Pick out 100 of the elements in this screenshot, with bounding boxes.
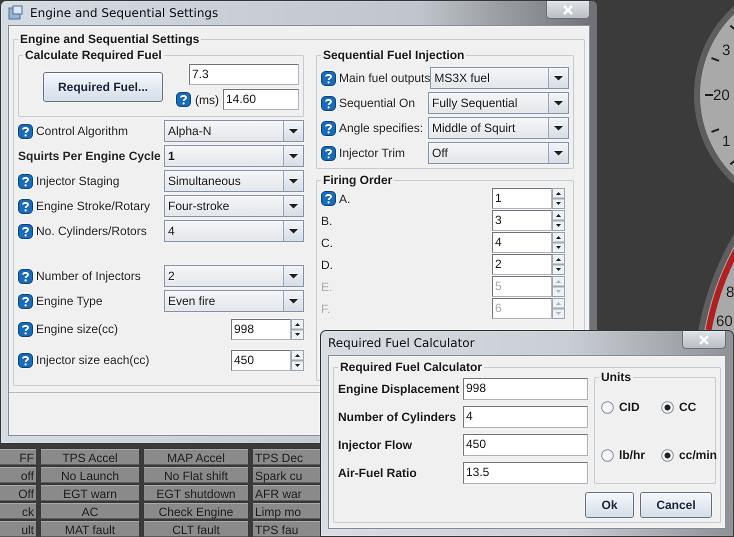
gauge-label: 1 [722, 133, 730, 150]
help-icon[interactable] [321, 191, 336, 206]
dialog-button[interactable]: Ok [585, 492, 634, 518]
indicator-light: EGT warn [41, 485, 139, 501]
close-button[interactable] [546, 1, 590, 19]
group-title: Firing Order [322, 173, 394, 187]
field-label: Air-Fuel Ratio [338, 466, 418, 480]
dropdown[interactable]: Simultaneous [164, 170, 304, 192]
unit-label: (ms) [195, 92, 219, 106]
label-text: Engine Type [36, 294, 102, 308]
dropdown[interactable]: Off [428, 142, 569, 164]
caret-icon [548, 143, 568, 163]
gauge-label: 20 [713, 87, 730, 104]
radio-option[interactable]: CC [661, 400, 721, 414]
caret-icon [283, 146, 303, 166]
text-field[interactable]: 998 [463, 378, 588, 400]
label-text: Injector Trim [339, 146, 406, 160]
close-icon [563, 4, 573, 14]
field-label: Injector Flow [338, 438, 414, 452]
spinner-buttons[interactable] [552, 232, 565, 253]
help-icon[interactable] [321, 96, 336, 110]
indicator-light: Off [0, 485, 36, 501]
app-icon [8, 5, 24, 21]
indicator-light: TPS fau [253, 521, 323, 537]
indicator-light: AFR war [253, 485, 323, 501]
indicator-light: Check Engine [144, 503, 248, 519]
label-text: Injector size each(cc) [36, 353, 150, 367]
caret-icon [548, 93, 568, 113]
help-icon[interactable] [18, 124, 33, 138]
caret-icon [283, 121, 303, 141]
text-field[interactable]: 450 [463, 434, 588, 456]
dropdown[interactable]: 1 [164, 145, 304, 167]
gauge-label: 3 [722, 42, 730, 59]
label-text: F. [321, 302, 330, 316]
caret-icon [548, 118, 568, 138]
number-field[interactable]: 3 [492, 210, 552, 231]
indicator-light: TPS Dec [253, 449, 323, 465]
spinner-buttons[interactable] [552, 188, 565, 209]
text-field[interactable]: 14.60 [223, 89, 299, 110]
radio-option[interactable]: lb/hr [601, 448, 661, 462]
help-icon[interactable] [18, 224, 33, 238]
help-icon[interactable] [18, 322, 33, 336]
indicator-light: off [0, 467, 36, 483]
label-text: Sequential On [339, 96, 416, 110]
close-button[interactable] [682, 331, 726, 349]
help-icon[interactable] [18, 198, 33, 214]
spinner-buttons[interactable] [552, 254, 565, 275]
help-icon[interactable] [18, 352, 33, 368]
spinner-buttons[interactable] [291, 318, 304, 340]
number-field[interactable]: 2 [492, 254, 552, 275]
help-icon[interactable] [321, 146, 336, 160]
dialog-button[interactable]: Cancel [640, 492, 712, 518]
gauge-label: 8 [726, 284, 734, 301]
text-field[interactable]: 7.3 [189, 64, 299, 85]
number-field[interactable]: 1 [492, 188, 552, 209]
indicator-light: No Launch [41, 467, 139, 483]
indicator-light: MAP Accel [144, 449, 248, 465]
indicator-light: AC [41, 503, 139, 519]
number-field[interactable]: 450 [231, 350, 291, 370]
spinner-buttons[interactable] [291, 350, 304, 370]
text-field[interactable]: 4 [463, 406, 588, 428]
caret-icon [283, 266, 303, 286]
dropdown[interactable]: 2 [164, 265, 304, 287]
dropdown[interactable]: Middle of Squirt [428, 117, 569, 139]
field-label: Engine Displacement [338, 382, 460, 396]
radio-option[interactable]: cc/min [661, 448, 721, 462]
label-text: Main fuel outputs [339, 71, 430, 85]
dropdown[interactable]: Alpha-N [164, 120, 304, 142]
label-text: D. [321, 258, 333, 272]
indicator-light: Limp mo [253, 503, 323, 519]
help-icon[interactable] [18, 174, 33, 188]
radio-option[interactable]: CID [601, 400, 661, 414]
group-title: Required Fuel Calculator [339, 360, 484, 374]
label-text: Angle specifies: [339, 121, 424, 135]
indicator-light: MAT fault [41, 521, 139, 537]
help-icon[interactable] [18, 268, 33, 284]
indicator-light: FF [0, 449, 36, 465]
dropdown[interactable]: 4 [164, 220, 304, 242]
number-field[interactable]: 998 [231, 318, 291, 340]
spinner-buttons[interactable] [552, 210, 565, 231]
gauge-label: 60 [716, 313, 733, 330]
required-fuel-button[interactable]: Required Fuel... [43, 72, 163, 102]
number-field[interactable]: 4 [492, 232, 552, 253]
dropdown[interactable]: Even fire [164, 290, 304, 312]
help-icon[interactable] [321, 120, 336, 136]
close-icon [699, 334, 709, 344]
dropdown[interactable]: MS3X fuel [430, 67, 569, 89]
indicator-light: TPS Accel [41, 449, 139, 465]
label-text: C. [321, 236, 333, 250]
text-field[interactable]: 13.5 [463, 462, 588, 484]
dropdown[interactable]: Four-stroke [164, 195, 304, 217]
help-icon[interactable] [321, 70, 336, 86]
help-icon[interactable] [18, 294, 33, 308]
label-text: Injector Staging [36, 174, 120, 188]
dropdown[interactable]: Fully Sequential [428, 92, 569, 114]
caret-icon [283, 196, 303, 216]
help-icon[interactable] [176, 92, 191, 107]
field-label: Number of Cylinders [338, 410, 458, 424]
label-text: A. [339, 192, 350, 206]
indicator-light: ult [0, 521, 36, 537]
